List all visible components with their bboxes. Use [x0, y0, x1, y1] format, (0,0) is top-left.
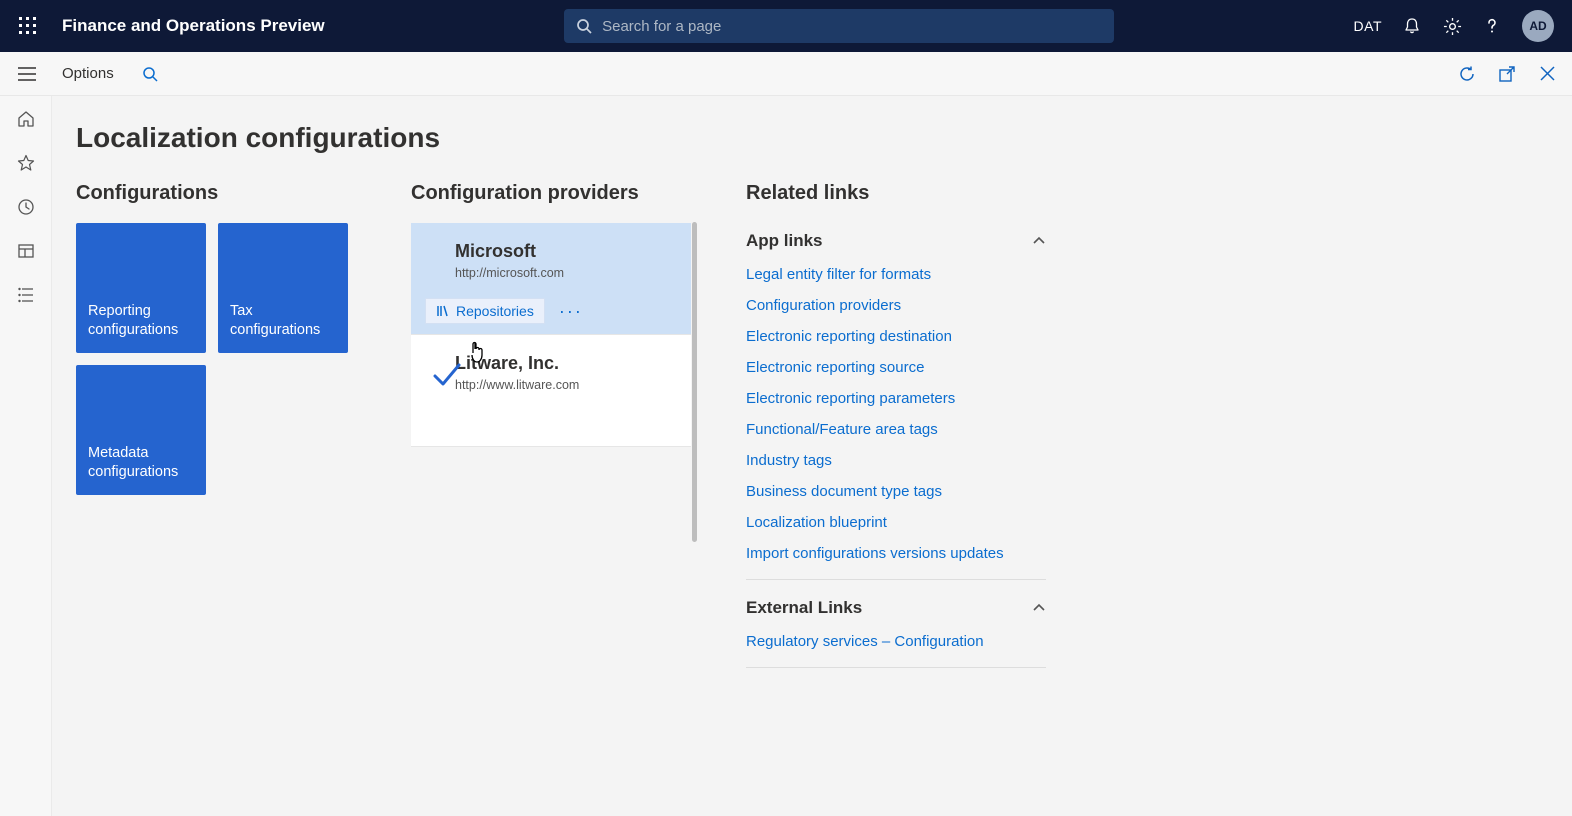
action-bar: Options: [0, 52, 1572, 96]
favorites-icon[interactable]: [15, 152, 37, 174]
configurations-heading: Configurations: [76, 182, 356, 205]
brand-title: Finance and Operations Preview: [62, 16, 325, 36]
provider-name: Litware, Inc.: [455, 353, 675, 374]
legal-entity-code[interactable]: DAT: [1354, 18, 1382, 34]
tile-label: Tax configurations: [230, 302, 336, 341]
modules-icon[interactable]: [15, 284, 37, 306]
link-er-source[interactable]: Electronic reporting source: [746, 352, 1046, 383]
link-configuration-providers[interactable]: Configuration providers: [746, 290, 1046, 321]
link-regulatory-services[interactable]: Regulatory services – Configuration: [746, 626, 1046, 657]
link-er-destination[interactable]: Electronic reporting destination: [746, 321, 1046, 352]
link-industry-tags[interactable]: Industry tags: [746, 445, 1046, 476]
link-feature-tags[interactable]: Functional/Feature area tags: [746, 414, 1046, 445]
app-links-group-header[interactable]: App links: [746, 223, 1046, 259]
provider-name: Microsoft: [455, 241, 675, 262]
more-actions-icon[interactable]: ···: [555, 301, 587, 322]
notifications-icon[interactable]: [1402, 16, 1422, 36]
chevron-up-icon: [1032, 234, 1046, 248]
gear-icon[interactable]: [1442, 16, 1462, 36]
external-links-group-header[interactable]: External Links: [746, 590, 1046, 626]
link-er-parameters[interactable]: Electronic reporting parameters: [746, 383, 1046, 414]
top-header: Finance and Operations Preview DAT AD: [0, 0, 1572, 52]
related-links-section: Related links App links Legal entity fil…: [746, 182, 1046, 678]
library-icon: [436, 304, 450, 318]
tile-label: Reporting configurations: [88, 302, 194, 341]
repositories-button[interactable]: Repositories: [425, 298, 545, 324]
search-icon: [576, 18, 592, 34]
global-search[interactable]: [564, 9, 1114, 43]
chevron-up-icon: [1032, 601, 1046, 615]
close-icon[interactable]: [1536, 63, 1558, 85]
page-title: Localization configurations: [76, 122, 1548, 154]
search-input[interactable]: [602, 18, 1102, 35]
user-avatar[interactable]: AD: [1522, 10, 1554, 42]
link-import-versions[interactable]: Import configurations versions updates: [746, 538, 1046, 569]
scrollbar[interactable]: [692, 222, 697, 542]
nav-toggle-icon[interactable]: [14, 67, 40, 81]
refresh-icon[interactable]: [1456, 63, 1478, 85]
external-links-title: External Links: [746, 598, 862, 618]
provider-card-litware[interactable]: Litware, Inc. http://www.litware.com: [411, 335, 691, 447]
app-links-title: App links: [746, 231, 823, 251]
link-localization-blueprint[interactable]: Localization blueprint: [746, 507, 1046, 538]
recent-icon[interactable]: [15, 196, 37, 218]
repositories-label: Repositories: [456, 303, 534, 319]
popout-icon[interactable]: [1496, 63, 1518, 85]
provider-url: http://microsoft.com: [455, 266, 675, 280]
providers-section: Configuration providers Microsoft http:/…: [411, 182, 691, 447]
main-content: Localization configurations Configuratio…: [52, 96, 1572, 816]
options-menu[interactable]: Options: [62, 65, 114, 82]
workspaces-icon[interactable]: [15, 240, 37, 262]
tile-metadata-configurations[interactable]: Metadata configurations: [76, 365, 206, 495]
left-rail: [0, 96, 52, 816]
tile-label: Metadata configurations: [88, 444, 194, 483]
help-icon[interactable]: [1482, 16, 1502, 36]
provider-card-microsoft[interactable]: Microsoft http://microsoft.com Repositor…: [411, 223, 691, 335]
providers-heading: Configuration providers: [411, 182, 691, 205]
tile-reporting-configurations[interactable]: Reporting configurations: [76, 223, 206, 353]
app-launcher-icon[interactable]: [12, 17, 44, 35]
link-doc-type-tags[interactable]: Business document type tags: [746, 476, 1046, 507]
link-legal-entity-filter[interactable]: Legal entity filter for formats: [746, 259, 1046, 290]
provider-url: http://www.litware.com: [455, 378, 675, 392]
configurations-section: Configurations Reporting configurations …: [76, 182, 356, 495]
home-icon[interactable]: [15, 108, 37, 130]
related-heading: Related links: [746, 182, 1046, 205]
tile-tax-configurations[interactable]: Tax configurations: [218, 223, 348, 353]
page-search-icon[interactable]: [142, 66, 158, 82]
active-check-icon: [429, 357, 463, 391]
